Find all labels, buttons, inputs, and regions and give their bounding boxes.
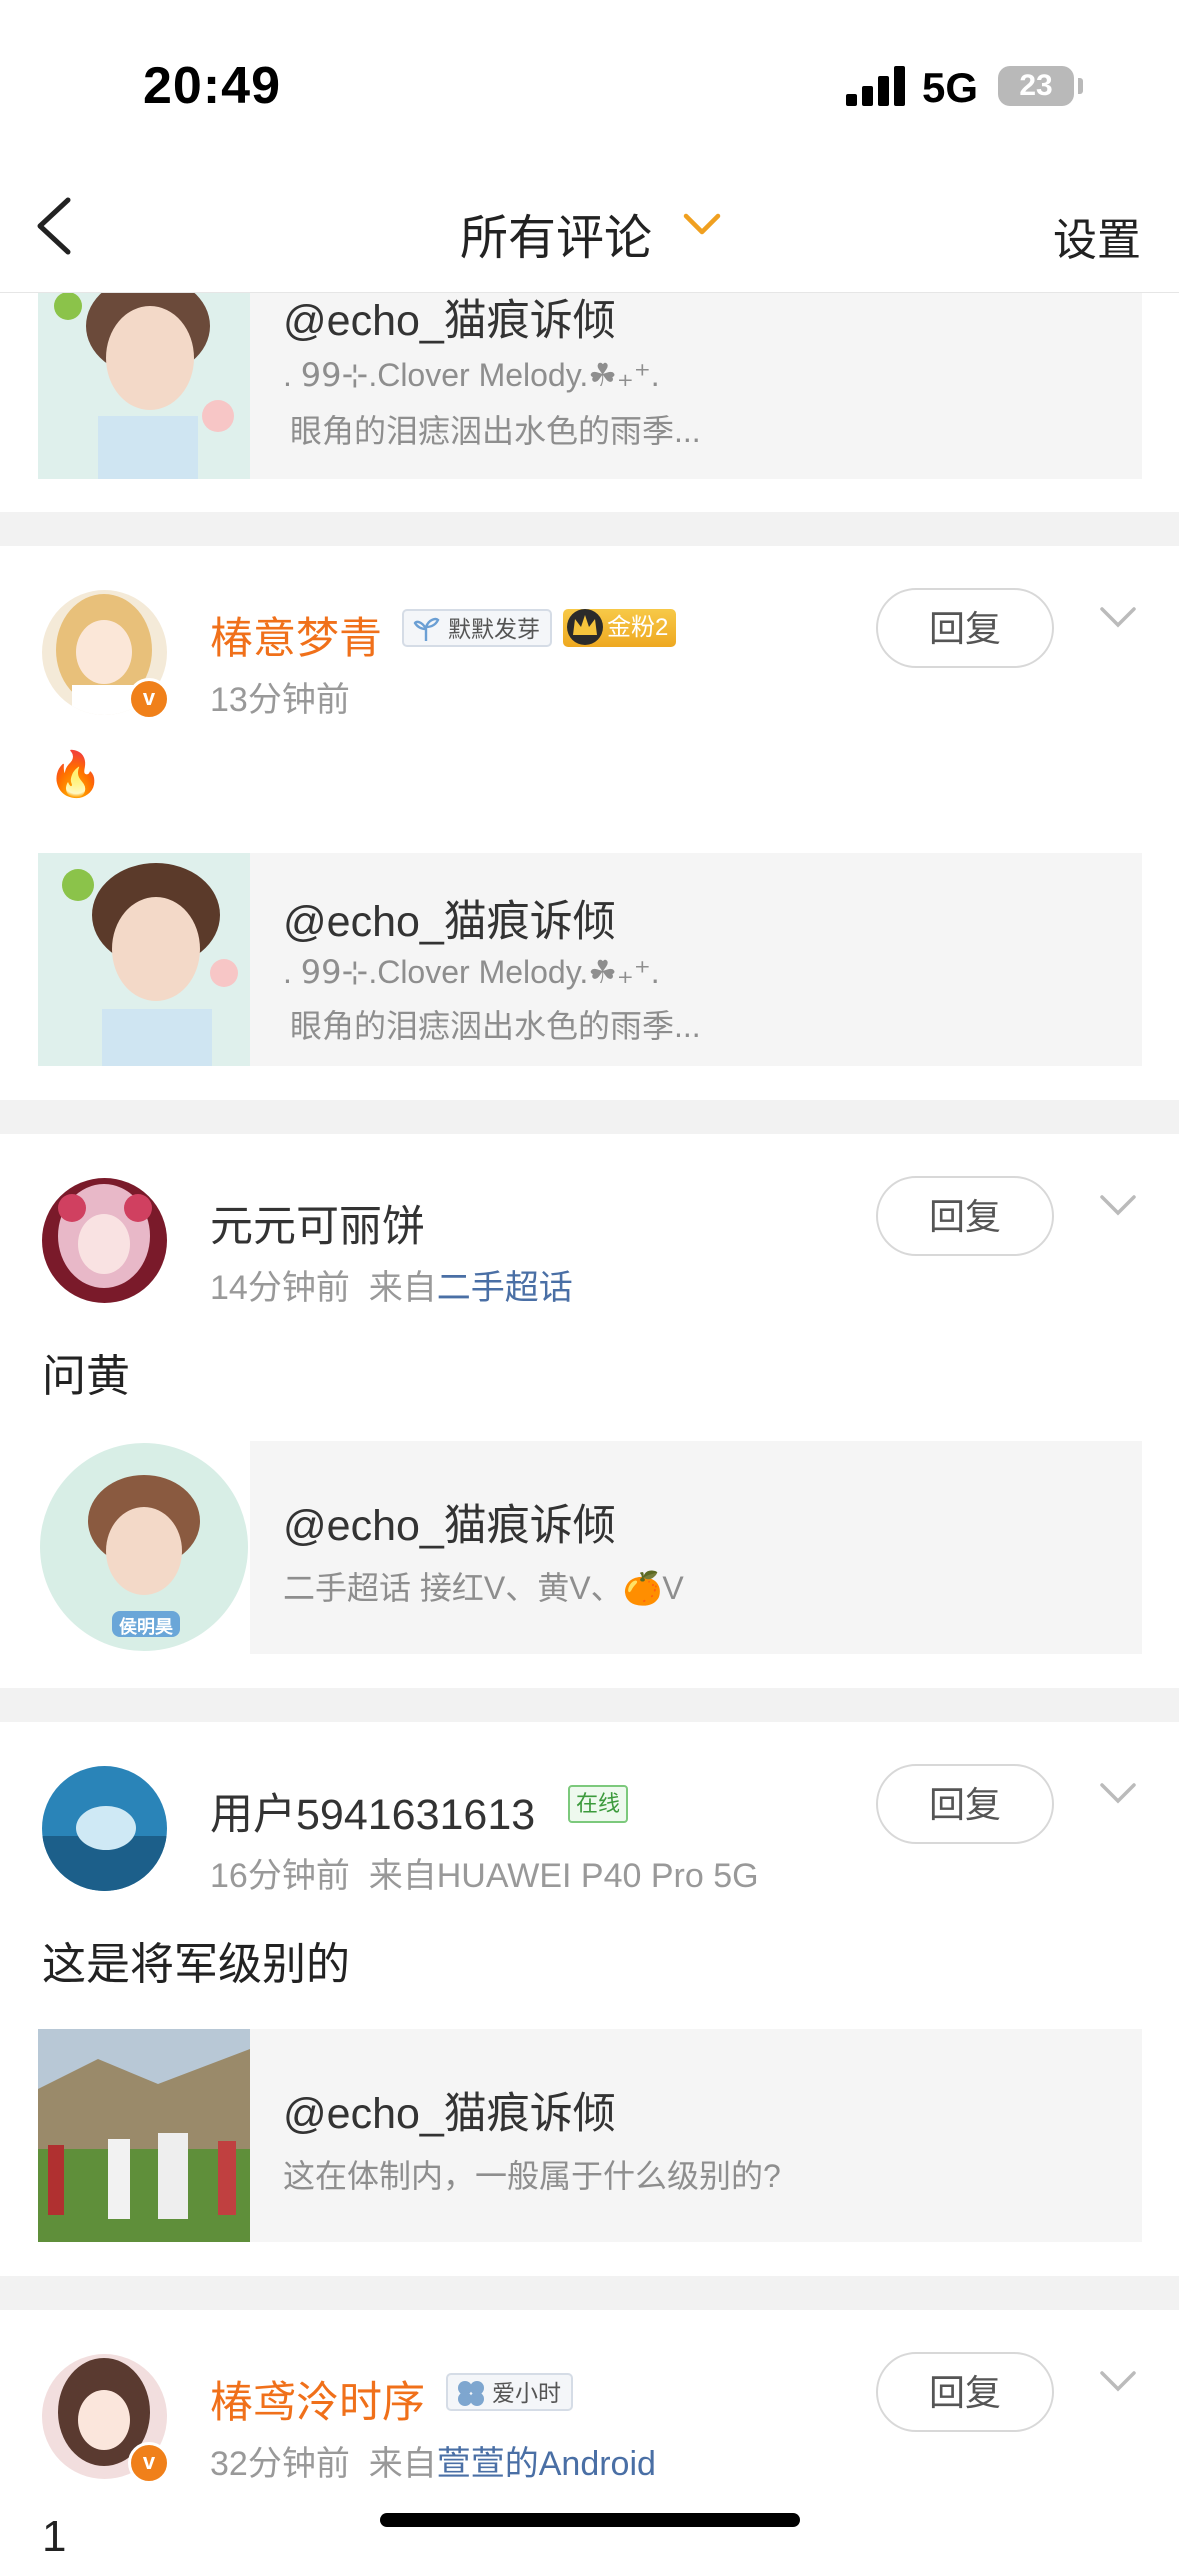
chevron-down-icon[interactable]: [680, 202, 724, 246]
comment-time: 32分钟前: [210, 2445, 350, 2483]
source-prefix: 来自: [368, 1857, 437, 1895]
section-separator: [0, 1688, 1179, 1722]
comment-meta: 14分钟前 来自二手超话: [210, 1260, 573, 1309]
chevron-down-icon[interactable]: [1098, 1779, 1138, 1809]
user-badge-label: 默默发芽: [448, 616, 540, 642]
comment-author[interactable]: 椿意梦青: [210, 604, 382, 666]
comment-time: 13分钟前: [210, 681, 350, 719]
battery-icon: 23: [998, 66, 1074, 106]
avatar[interactable]: [42, 1178, 167, 1303]
card-title: @echo_猫痕诉倾: [283, 297, 616, 345]
source-link[interactable]: 萱萱的Android: [437, 2445, 656, 2483]
post-thumbnail: [38, 266, 250, 479]
cellular-signal-icon: [846, 66, 906, 106]
card-subtitle: . 𝟫𝟫⊹.Clover Melody.☘₊⁺.: [283, 954, 660, 990]
network-type: 5G: [922, 64, 979, 111]
quoted-post-card[interactable]: @echo_猫痕诉倾 这在体制内，一般属于什么级别的?: [38, 2029, 1142, 2242]
settings-button[interactable]: 设置: [1053, 204, 1141, 268]
verified-badge-icon: v: [128, 2442, 170, 2484]
battery-tip: [1078, 78, 1083, 94]
comment-meta: 32分钟前 来自萱萱的Android: [210, 2436, 656, 2485]
fan-badge[interactable]: 金粉2: [563, 609, 677, 647]
reply-button[interactable]: 回复: [876, 1764, 1054, 1844]
crown-icon: [567, 609, 603, 645]
comment-author[interactable]: 用户5941631613: [210, 1780, 535, 1842]
home-indicator[interactable]: [380, 2513, 800, 2527]
comment-text: 🔥: [48, 750, 103, 799]
card-subtitle-2: 眼角的泪痣洇出水色的雨季...: [290, 413, 701, 449]
source-link[interactable]: 二手超话: [437, 1269, 573, 1307]
quoted-post-card[interactable]: @echo_猫痕诉倾 . 𝟫𝟫⊹.Clover Melody.☘₊⁺. 眼角的泪…: [38, 853, 1142, 1066]
sprout-icon: [413, 617, 440, 641]
source-device: HUAWEI P40 Pro 5G: [436, 1857, 759, 1895]
comment-time: 14分钟前: [210, 1269, 350, 1307]
user-badge-label: 爱小时: [492, 2380, 561, 2406]
card-subtitle: 这在体制内，一般属于什么级别的?: [283, 2158, 781, 2194]
quoted-post-card[interactable]: @echo_猫痕诉倾 . 𝟫𝟫⊹.Clover Melody.☘₊⁺. 眼角的泪…: [38, 266, 1142, 479]
status-time: 20:49: [143, 57, 281, 115]
user-badge[interactable]: 默默发芽: [402, 609, 552, 647]
section-separator: [0, 512, 1179, 546]
page-title[interactable]: 所有评论: [460, 198, 652, 268]
thumbnail-caption: 侯明昊: [119, 1617, 173, 1637]
chevron-down-icon[interactable]: [1098, 1191, 1138, 1221]
user-badge[interactable]: 爱小时: [446, 2373, 573, 2411]
comment-author[interactable]: 椿鸢泠时序: [210, 2368, 425, 2430]
fan-badge-label: 金粉2: [607, 614, 669, 641]
nav-bar: 所有评论 设置: [0, 160, 1179, 293]
verified-badge-icon: v: [128, 678, 170, 720]
section-separator: [0, 2276, 1179, 2310]
post-thumbnail: [38, 2029, 250, 2242]
avatar[interactable]: [42, 1766, 167, 1891]
section-separator: [0, 1100, 1179, 1134]
post-thumbnail: [38, 853, 250, 1066]
comment-text: 问黄: [42, 1352, 130, 1401]
card-subtitle: . 𝟫𝟫⊹.Clover Melody.☘₊⁺.: [283, 357, 660, 393]
source-prefix: 来自: [368, 1269, 437, 1307]
chevron-down-icon[interactable]: [1098, 2367, 1138, 2397]
comment-text: 1: [42, 2512, 67, 2561]
comment-time: 16分钟前: [210, 1857, 350, 1895]
comment-meta: 16分钟前 来自HUAWEI P40 Pro 5G: [210, 1848, 759, 1897]
chevron-down-icon[interactable]: [1098, 603, 1138, 633]
online-badge: 在线: [568, 1785, 629, 1823]
source-prefix: 来自: [368, 2445, 437, 2483]
card-title: @echo_猫痕诉倾: [283, 2090, 616, 2138]
card-title: @echo_猫痕诉倾: [283, 1502, 616, 1550]
reply-button[interactable]: 回复: [876, 588, 1054, 668]
card-subtitle-2: 眼角的泪痣洇出水色的雨季...: [290, 1008, 701, 1044]
comment-author[interactable]: 元元可丽饼: [210, 1192, 425, 1254]
post-thumbnail: 侯明昊: [38, 1441, 250, 1654]
back-arrow-icon[interactable]: [30, 194, 90, 258]
card-title: @echo_猫痕诉倾: [283, 898, 616, 946]
card-subtitle: 二手超话 接红V、黄V、🍊V: [283, 1570, 684, 1606]
clover-icon: [458, 2381, 484, 2406]
reply-button[interactable]: 回复: [876, 2352, 1054, 2432]
reply-button[interactable]: 回复: [876, 1176, 1054, 1256]
quoted-post-card[interactable]: 侯明昊 @echo_猫痕诉倾 二手超话 接红V、黄V、🍊V: [38, 1441, 1142, 1654]
comment-text: 这是将军级别的: [42, 1940, 350, 1989]
